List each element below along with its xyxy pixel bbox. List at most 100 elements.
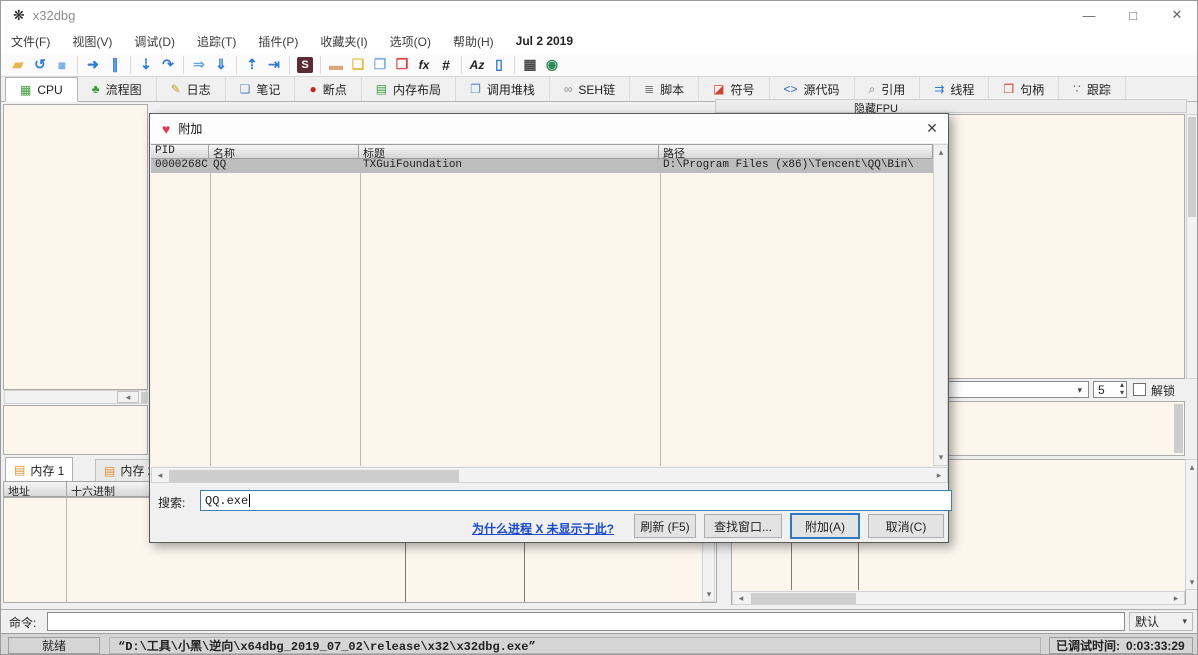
scroll-up-icon[interactable]: ▴ bbox=[935, 146, 947, 159]
animate-into-icon[interactable]: S bbox=[297, 57, 313, 73]
tab-call-stack[interactable]: ❐调用堆栈 bbox=[456, 77, 550, 101]
scroll-down-icon[interactable]: ▾ bbox=[935, 451, 947, 464]
scroll-thumb[interactable] bbox=[1188, 117, 1196, 217]
toolbar: ▰↺■ ➜∥ ⇣↷ ⇒⇓ ⇡⇥ S ▬❑❐❒fx# Az▯ ▦◉ bbox=[1, 53, 1198, 77]
comment-icon[interactable]: ❑ bbox=[347, 55, 369, 75]
tab-memory-map[interactable]: ▤内存布局 bbox=[362, 77, 456, 101]
step-over-icon[interactable]: ↷ bbox=[157, 55, 179, 75]
tab-seh[interactable]: ∞SEH链 bbox=[550, 77, 630, 101]
scroll-left-icon[interactable]: ◂ bbox=[117, 391, 139, 403]
dump-header-address[interactable]: 地址 bbox=[4, 482, 67, 496]
tab-notes[interactable]: ❏笔记 bbox=[226, 77, 296, 101]
column-header-0[interactable]: PID bbox=[151, 145, 209, 158]
attach-button[interactable]: 附加(A) bbox=[790, 513, 860, 539]
restart-icon[interactable]: ↺ bbox=[29, 55, 51, 75]
scroll-thumb[interactable] bbox=[751, 593, 856, 604]
process-table-row-selected[interactable]: 0000268CQQTXGuiFoundationD:\Program File… bbox=[151, 159, 933, 173]
find-window-button[interactable]: 查找窗口... bbox=[704, 514, 782, 538]
dialog-title-bar[interactable]: ♥ 附加 bbox=[150, 114, 948, 143]
maximize-button[interactable]: □ bbox=[1111, 1, 1155, 29]
menu-item-4[interactable]: 插件(P) bbox=[258, 33, 298, 50]
column-header-1[interactable]: 名称 bbox=[209, 145, 359, 158]
column-header-3[interactable]: 路径 bbox=[659, 145, 933, 158]
step-into-icon[interactable]: ⇣ bbox=[135, 55, 157, 75]
text-case-icon[interactable]: Az bbox=[466, 55, 488, 75]
bookmark-icon[interactable]: ❒ bbox=[391, 55, 413, 75]
scroll-thumb[interactable] bbox=[169, 470, 459, 482]
tab-cpu[interactable]: ▦CPU bbox=[5, 77, 78, 102]
minimize-button[interactable]: — bbox=[1067, 1, 1111, 29]
scroll-thumb[interactable] bbox=[141, 392, 148, 403]
scroll-down-icon[interactable]: ▾ bbox=[1187, 576, 1197, 588]
pause-icon[interactable]: ∥ bbox=[104, 55, 126, 75]
tab-references[interactable]: ⌕引用 bbox=[855, 77, 921, 101]
cancel-button[interactable]: 取消(C) bbox=[868, 514, 944, 538]
tab-memory-1[interactable]: ▤ 内存 1 bbox=[5, 457, 73, 482]
execute-till-return-icon[interactable]: ⇡ bbox=[241, 55, 263, 75]
spinner-down-icon[interactable]: ▾ bbox=[1120, 388, 1124, 397]
tab-handles[interactable]: ❒句柄 bbox=[989, 77, 1059, 101]
menu-item-7[interactable]: 帮助(H) bbox=[453, 33, 494, 50]
tab-trace[interactable]: ∵跟踪 bbox=[1059, 77, 1126, 101]
step-out-icon[interactable]: ⇓ bbox=[210, 55, 232, 75]
run-icon[interactable]: ➜ bbox=[82, 55, 104, 75]
disassembly-hscrollbar[interactable]: ◂ bbox=[4, 390, 147, 404]
tab-label: 句柄 bbox=[1020, 81, 1044, 98]
scroll-down-icon[interactable]: ▾ bbox=[704, 588, 714, 600]
x32dbg-window: ❋ x32dbg — □ ✕ 文件(F)视图(V)调试(D)追踪(T)插件(P)… bbox=[0, 0, 1198, 655]
scroll-thumb[interactable] bbox=[1174, 404, 1183, 453]
menu-item-6[interactable]: 选项(O) bbox=[390, 33, 431, 50]
open-file-icon[interactable]: ▰ bbox=[7, 55, 29, 75]
stack-vscrollbar[interactable]: ▴ ▾ bbox=[1185, 459, 1198, 590]
window-title: x32dbg bbox=[33, 8, 76, 23]
table-vscrollbar[interactable]: ▴ ▾ bbox=[933, 144, 948, 466]
dialog-close-icon[interactable]: ✕ bbox=[916, 114, 948, 143]
menu-item-1[interactable]: 视图(V) bbox=[72, 33, 112, 50]
menu-item-3[interactable]: 追踪(T) bbox=[197, 33, 236, 50]
unlock-label: 解锁 bbox=[1151, 382, 1175, 399]
search-row: 搜索: QQ.exe bbox=[158, 490, 944, 512]
scroll-right-icon[interactable]: ▸ bbox=[1169, 593, 1183, 604]
attach-dialog: ♥ 附加 ✕ PID名称标题路径 0000268CQQTXGuiFoundati… bbox=[149, 113, 949, 543]
depth-spinner[interactable]: 5 ▴ ▾ bbox=[1093, 381, 1127, 398]
function-icon[interactable]: fx bbox=[413, 55, 435, 75]
scroll-left-icon[interactable]: ◂ bbox=[153, 469, 167, 482]
menu-item-5[interactable]: 收藏夹(I) bbox=[320, 33, 367, 50]
menu-item-0[interactable]: 文件(F) bbox=[11, 33, 50, 50]
ordinal-icon[interactable]: # bbox=[435, 55, 457, 75]
table-hscrollbar[interactable]: ◂ ▸ bbox=[151, 467, 948, 483]
tab-log[interactable]: ✎日志 bbox=[157, 77, 226, 101]
scroll-right-icon[interactable]: ▸ bbox=[932, 469, 946, 482]
tab-script[interactable]: ≣脚本 bbox=[630, 77, 699, 101]
registers-vscrollbar[interactable] bbox=[1186, 114, 1198, 379]
tab-breakpoints[interactable]: ●断点 bbox=[295, 77, 361, 101]
search-value: QQ.exe bbox=[205, 494, 248, 508]
tab-graph[interactable]: ♣流程图 bbox=[78, 77, 157, 101]
unlock-checkbox[interactable] bbox=[1133, 383, 1146, 396]
command-input[interactable] bbox=[47, 612, 1125, 631]
label-icon[interactable]: ❐ bbox=[369, 55, 391, 75]
why-process-hidden-link[interactable]: 为什么进程 X 未显示于此? bbox=[472, 520, 614, 537]
scroll-up-icon[interactable]: ▴ bbox=[1187, 461, 1197, 473]
refresh-button[interactable]: 刷新 (F5) bbox=[634, 514, 696, 538]
stack-hscrollbar[interactable]: ◂ ▸ bbox=[732, 591, 1185, 605]
scroll-left-icon[interactable]: ◂ bbox=[734, 593, 748, 604]
run-to-user-code-icon[interactable]: ⇥ bbox=[263, 55, 285, 75]
tab-threads[interactable]: ⇉线程 bbox=[920, 77, 989, 101]
run-to-selection-icon[interactable]: ⇒ bbox=[188, 55, 210, 75]
tab-label: 内存 1 bbox=[30, 462, 64, 479]
menu-item-2[interactable]: 调试(D) bbox=[134, 33, 175, 50]
close-button[interactable]: ✕ bbox=[1155, 1, 1198, 29]
tab-source[interactable]: <>源代码 bbox=[770, 77, 855, 101]
assembler-icon[interactable]: ▯ bbox=[488, 55, 510, 75]
search-input[interactable]: QQ.exe bbox=[200, 490, 952, 511]
command-profile-dropdown[interactable]: 默认 ▾ bbox=[1129, 612, 1193, 631]
internet-help-icon[interactable]: ◉ bbox=[541, 55, 563, 75]
patch-icon[interactable]: ▬ bbox=[325, 55, 347, 75]
text-caret bbox=[249, 494, 250, 507]
stop-debug-icon[interactable]: ■ bbox=[51, 55, 73, 75]
column-header-2[interactable]: 标题 bbox=[359, 145, 659, 158]
calculator-icon[interactable]: ▦ bbox=[519, 55, 541, 75]
tab-symbols[interactable]: ◪符号 bbox=[699, 77, 769, 101]
notes-icon: ❏ bbox=[240, 82, 251, 96]
